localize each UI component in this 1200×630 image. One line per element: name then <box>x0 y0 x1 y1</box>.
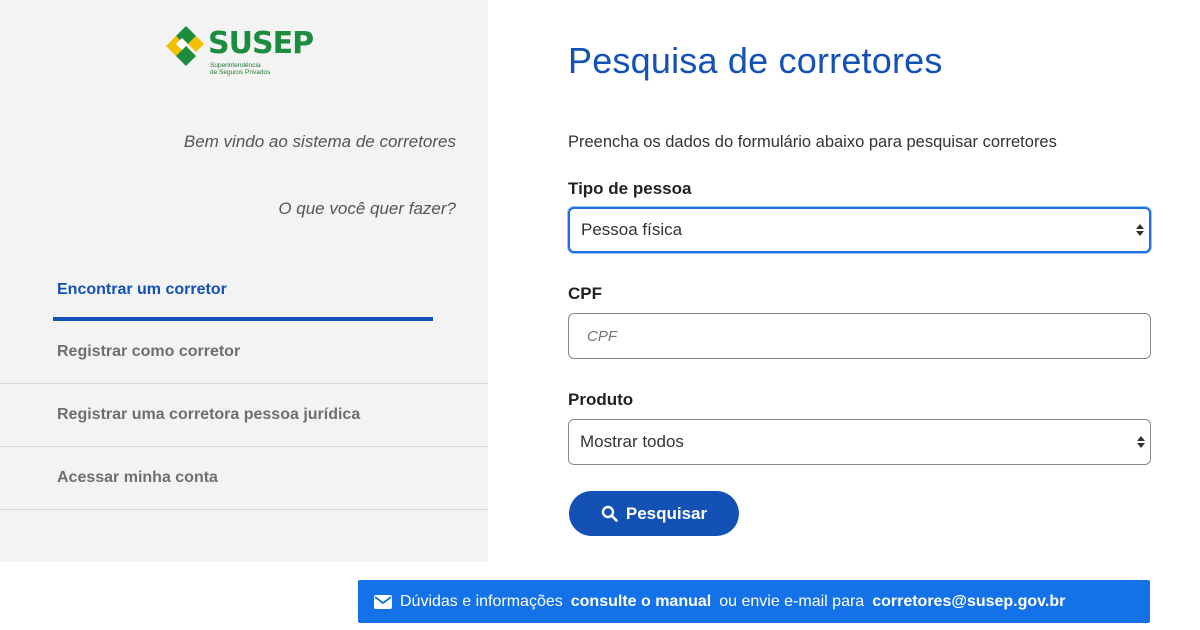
cpf-placeholder: CPF <box>587 327 617 345</box>
intro-text: Preencha os dados do formulário abaixo p… <box>568 133 1057 151</box>
help-text-2: ou envie e-mail para <box>719 592 865 610</box>
welcome-text: Bem vindo ao sistema de corretores <box>183 132 456 151</box>
nav-item-label: Acessar minha conta <box>57 469 218 486</box>
sidebar: SUSEP Superintendência de Seguros Privad… <box>0 0 488 562</box>
help-text-1: Dúvidas e informações <box>400 592 563 610</box>
tipo-pessoa-select[interactable]: Pessoa física <box>568 207 1151 253</box>
search-icon <box>601 505 618 522</box>
produto-value: Mostrar todos <box>580 432 684 451</box>
nav-item-label: Registrar uma corretora pessoa jurídica <box>57 406 361 423</box>
nav-item-registrar-corretora[interactable]: Registrar uma corretora pessoa jurídica <box>0 384 488 447</box>
sidebar-nav: Encontrar um corretor Registrar como cor… <box>0 258 488 510</box>
email-link[interactable]: corretores@susep.gov.br <box>872 593 1065 611</box>
nav-item-encontrar-corretor[interactable]: Encontrar um corretor <box>0 258 488 321</box>
nav-item-label: Encontrar um corretor <box>57 280 227 298</box>
logo-subtitle: Superintendência de Seguros Privados <box>210 62 271 76</box>
susep-logo[interactable]: SUSEP Superintendência de Seguros Privad… <box>166 24 316 84</box>
nav-item-acessar-conta[interactable]: Acessar minha conta <box>0 447 488 510</box>
question-text: O que você quer fazer? <box>278 199 456 218</box>
logo-wordmark: SUSEP <box>208 26 314 61</box>
search-button-label: Pesquisar <box>625 503 708 523</box>
manual-link[interactable]: consulte o manual <box>571 593 711 611</box>
tipo-pessoa-value: Pessoa física <box>581 220 683 239</box>
select-arrows-icon <box>1137 436 1145 448</box>
cpf-input[interactable]: CPF <box>568 313 1151 359</box>
produto-select[interactable]: Mostrar todos <box>568 419 1151 465</box>
nav-item-registrar-corretor[interactable]: Registrar como corretor <box>0 321 488 384</box>
page-title: Pesquisa de corretores <box>568 40 943 81</box>
produto-label: Produto <box>568 390 634 409</box>
susep-logo-mark-icon <box>166 26 204 66</box>
envelope-icon <box>374 594 392 609</box>
nav-item-label: Registrar como corretor <box>57 343 241 360</box>
search-button[interactable]: Pesquisar <box>569 491 739 536</box>
help-bar: Dúvidas e informações consulte o manual … <box>358 580 1150 623</box>
tipo-pessoa-label: Tipo de pessoa <box>568 179 692 198</box>
cpf-label: CPF <box>568 284 602 303</box>
select-arrows-icon <box>1136 224 1144 236</box>
